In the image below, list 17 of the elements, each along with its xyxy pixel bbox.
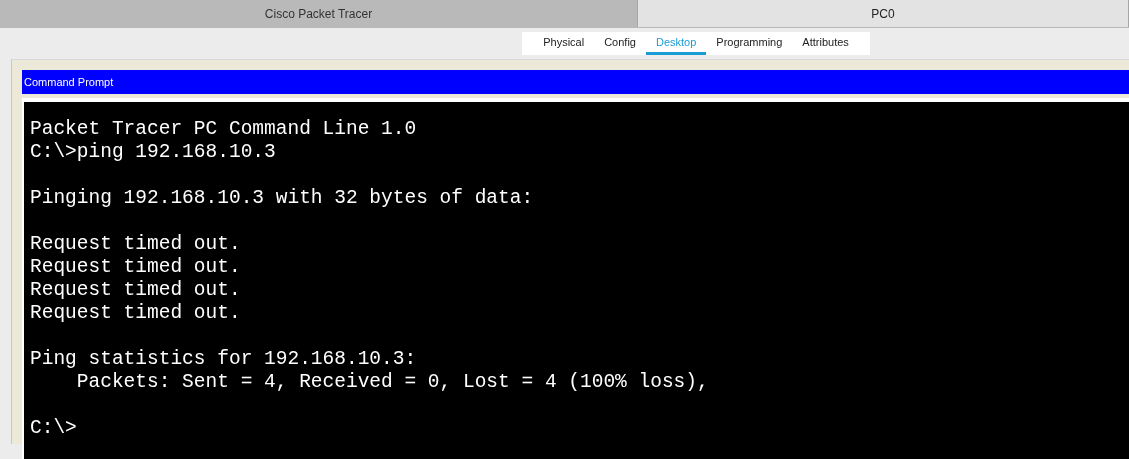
window-tab[interactable]: Cisco Packet Tracer: [0, 0, 638, 27]
terminal-line: Packets: Sent = 4, Received = 0, Lost = 4 (100% loss),: [75, 371, 709, 394]
terminal-line: Request timed out.: [30, 256, 241, 279]
window-tab[interactable]: PC0: [638, 0, 1129, 27]
device-tab[interactable]: Attributes: [792, 32, 859, 55]
terminal-line: Pinging 192.168.10.3 with 32 bytes of data:: [30, 187, 534, 210]
device-tab[interactable]: Physical: [533, 32, 595, 55]
terminal-line: Ping statistics for 192.168.10.3:: [30, 348, 417, 371]
terminal-line: Request timed out.: [30, 279, 241, 302]
terminal-line: Request timed out.: [30, 233, 241, 256]
terminal-line: Packet Tracer PC Command Line 1.0: [30, 118, 417, 141]
terminal-line: Request timed out.: [30, 302, 241, 325]
terminal-line: C:\>ping 192.168.10.3: [30, 141, 276, 164]
device-tab[interactable]: Programming: [706, 32, 793, 55]
terminal-line: C:\>: [30, 417, 77, 440]
device-tab[interactable]: Config: [594, 32, 646, 55]
window-title: Command Prompt: [22, 70, 1129, 94]
